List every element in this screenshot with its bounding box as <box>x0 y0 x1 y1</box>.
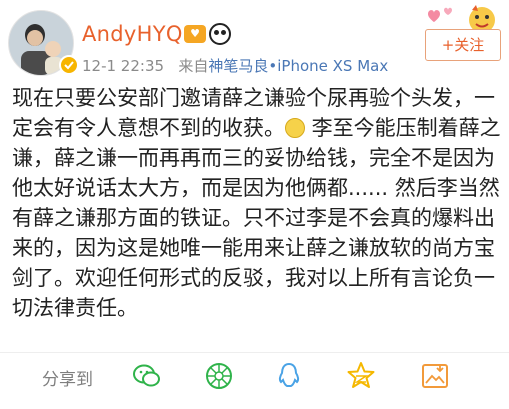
wechat-icon[interactable] <box>132 361 162 391</box>
username[interactable]: AndyHYQ <box>82 22 183 46</box>
post-text-part-2: 李至今能压制着薛之谦，薛之谦一而再再而三的妥协给钱，完全不是因为他太好说话太大方… <box>12 116 501 320</box>
qzone-icon[interactable] <box>346 361 376 391</box>
share-bar: 分享到 <box>0 352 509 401</box>
post-source-prefix: 来自 <box>178 57 209 75</box>
post-meta: 12-1 22:35 来自神笔马良•iPhone XS Max <box>82 55 388 76</box>
follow-button[interactable]: +关注 <box>425 29 501 61</box>
smile-emoji-icon <box>285 118 305 138</box>
qq-icon[interactable] <box>274 361 304 391</box>
post-body: 现在只要公安部门邀请薛之谦验个尿再验个头发，一定会有令人意想不到的收获。 李至今… <box>12 83 502 323</box>
weibo-post: AndyHYQ ♥ 12-1 22:35 来自神笔马良•iPhone XS Ma… <box>0 0 509 409</box>
save-image-icon[interactable] <box>420 361 450 391</box>
share-label: 分享到 <box>42 370 93 390</box>
moments-icon[interactable] <box>204 361 234 391</box>
verified-badge-icon <box>59 55 79 75</box>
vip-badge-icon: ♥ <box>184 25 206 43</box>
panda-icon <box>209 23 231 45</box>
post-timestamp: 12-1 22:35 <box>82 57 165 75</box>
post-source-link[interactable]: 神笔马良•iPhone XS Max <box>208 57 388 75</box>
